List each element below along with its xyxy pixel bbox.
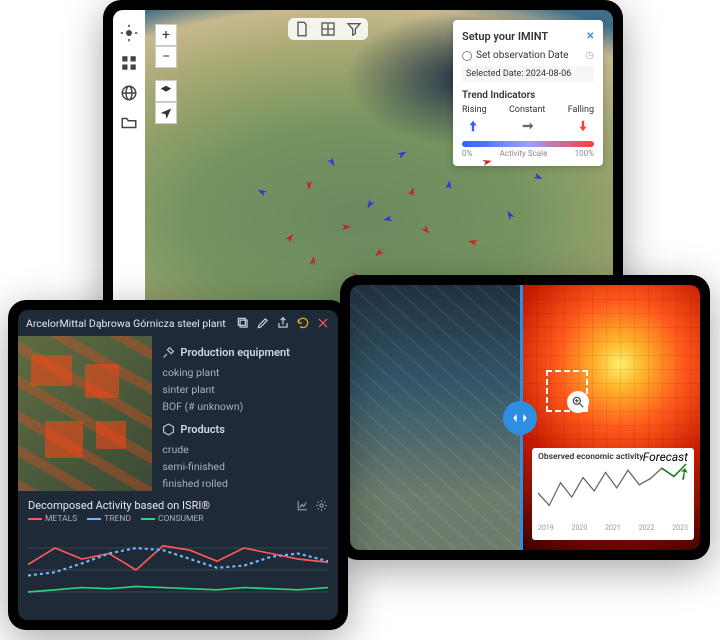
- scale-label: Activity Scale: [500, 149, 548, 158]
- product-item: semi-finished: [162, 458, 328, 475]
- layers-button[interactable]: [155, 80, 177, 102]
- dashboard-icon[interactable]: [120, 54, 138, 72]
- trend-falling-label: Falling: [568, 105, 594, 115]
- decomp-title: Decomposed Activity based on ISRI®: [28, 499, 210, 512]
- forecast-axis: 2019 2020 2021 2022 2023: [538, 524, 688, 532]
- zoom-out-button[interactable]: −: [155, 46, 177, 68]
- arrow-right-icon: [521, 119, 535, 133]
- magnify-button[interactable]: [567, 391, 589, 413]
- close-icon[interactable]: ×: [587, 28, 594, 44]
- scale-max: 100%: [575, 149, 594, 158]
- share-icon[interactable]: [276, 316, 290, 330]
- radio-icon: [462, 51, 472, 61]
- decomp-chart: METALS TREND CONSUMER: [18, 514, 338, 620]
- close-icon[interactable]: [316, 316, 330, 330]
- equip-item: sinter plant: [162, 381, 328, 398]
- document-icon[interactable]: [294, 21, 310, 37]
- plant-title: ArcelorMittal Dąbrowa Górnicza steel pla…: [26, 317, 226, 330]
- scale-min: 0%: [462, 149, 472, 158]
- chart-icon[interactable]: [296, 499, 309, 512]
- sun-icon[interactable]: [120, 24, 138, 42]
- focus-region[interactable]: [546, 370, 588, 412]
- tools-icon: [162, 346, 175, 359]
- legend-consumer: CONSUMER: [141, 514, 204, 524]
- swap-horizontal-icon: [510, 408, 530, 428]
- folder-icon[interactable]: [120, 114, 138, 132]
- set-date-row[interactable]: Set observation Date ◷: [462, 50, 594, 61]
- trend-rising-label: Rising: [462, 105, 487, 115]
- plant-header: ArcelorMittal Dąbrowa Górnicza steel pla…: [18, 310, 338, 336]
- equipment-header: Production equipment: [162, 346, 328, 359]
- tablet-compare: Observed economic activity Forecast ➚ 20…: [340, 275, 710, 560]
- edit-icon[interactable]: [256, 316, 270, 330]
- refresh-icon[interactable]: [296, 316, 310, 330]
- arrow-up-icon: [466, 119, 480, 133]
- plant-app: ArcelorMittal Dąbrowa Górnicza steel pla…: [18, 310, 338, 620]
- package-icon: [162, 423, 175, 436]
- trend-constant-label: Constant: [509, 105, 545, 115]
- plant-satellite-thumbnail[interactable]: [18, 336, 152, 491]
- imint-title: Setup your IMINT: [462, 30, 548, 43]
- search-plus-icon: [571, 395, 585, 409]
- map-marker[interactable]: [340, 221, 352, 233]
- map-marker[interactable]: [442, 178, 456, 192]
- activity-scale-bar: [462, 141, 594, 147]
- grid-icon[interactable]: [320, 21, 336, 37]
- equip-item: BOF (# unknown): [162, 398, 328, 415]
- map-top-toolbar: [288, 18, 368, 40]
- forecast-chart-card: Observed economic activity Forecast ➚ 20…: [532, 448, 694, 540]
- globe-icon[interactable]: [120, 84, 138, 102]
- imint-panel: Setup your IMINT × Set observation Date …: [453, 20, 603, 166]
- map-marker[interactable]: [303, 179, 315, 191]
- equip-item: coking plant: [162, 364, 328, 381]
- clock-icon: ◷: [585, 50, 594, 61]
- map-zoom-controls: + −: [155, 24, 177, 124]
- products-header: Products: [162, 423, 328, 436]
- tablet-plant: ArcelorMittal Dąbrowa Górnicza steel pla…: [8, 300, 348, 630]
- legend-metals: METALS: [28, 514, 77, 524]
- selected-date: Selected Date: 2024-08-06: [462, 66, 594, 82]
- compare-left-satellite[interactable]: [350, 285, 522, 550]
- plant-info-panel: Production equipment coking plant sinter…: [152, 336, 338, 491]
- arrow-down-icon: [576, 119, 590, 133]
- product-item: finished rolled: [162, 475, 328, 492]
- zoom-in-button[interactable]: +: [155, 24, 177, 46]
- legend-trend: TREND: [87, 514, 131, 524]
- decomp-header: Decomposed Activity based on ISRI®: [18, 491, 338, 514]
- forecast-sparkline: [538, 462, 688, 524]
- copy-icon[interactable]: [236, 316, 250, 330]
- trend-header: Trend Indicators: [462, 90, 594, 101]
- product-item: crude: [162, 441, 328, 458]
- map-marker[interactable]: [381, 212, 395, 226]
- funnel-icon[interactable]: [346, 21, 362, 37]
- compare-app: Observed economic activity Forecast ➚ 20…: [350, 285, 700, 550]
- settings-icon[interactable]: [315, 499, 328, 512]
- compare-handle[interactable]: [503, 401, 537, 435]
- map-marker[interactable]: [466, 235, 480, 249]
- forecast-label: Forecast: [643, 450, 688, 464]
- locate-button[interactable]: [155, 102, 177, 124]
